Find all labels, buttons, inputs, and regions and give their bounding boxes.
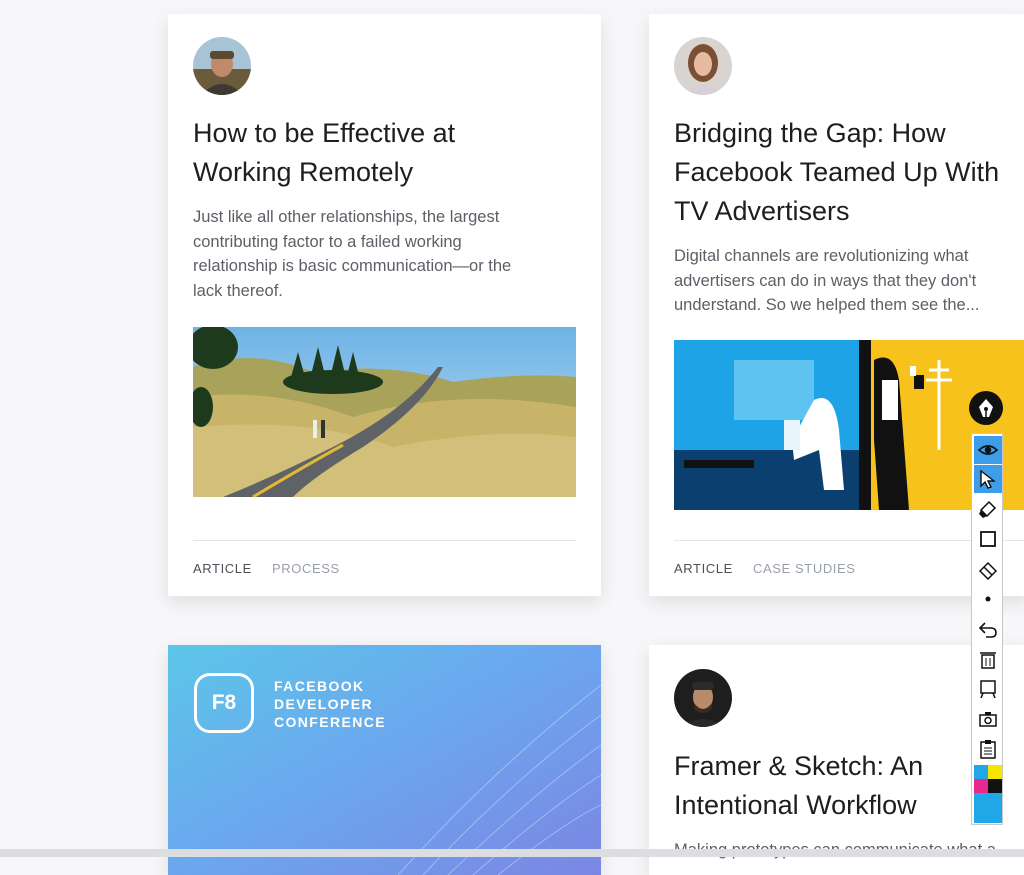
f8-line-2: DEVELOPER	[274, 696, 373, 712]
clipboard-icon[interactable]	[974, 735, 1002, 763]
article-card-tv-advertisers[interactable]: Bridging the Gap: How Facebook Teamed Up…	[649, 14, 1024, 596]
author-avatar[interactable]	[193, 37, 251, 95]
trash-icon[interactable]	[974, 645, 1002, 673]
f8-line-3: CONFERENCE	[274, 714, 387, 730]
tag-case-studies[interactable]: CASE STUDIES	[753, 561, 856, 576]
rectangle-icon[interactable]	[974, 525, 1002, 553]
card-excerpt: Digital channels are revolutionizing wha…	[674, 247, 980, 314]
tag-article[interactable]: ARTICLE	[674, 561, 733, 576]
author-avatar[interactable]	[674, 37, 732, 95]
eraser-icon[interactable]	[974, 555, 1002, 583]
card-divider	[193, 540, 576, 541]
undo-icon[interactable]	[974, 615, 1002, 643]
card-title[interactable]: Framer & Sketch: An Intentional Workflow	[674, 747, 1014, 825]
dot-icon[interactable]	[974, 585, 1002, 613]
whiteboard-icon[interactable]	[974, 675, 1002, 703]
camera-icon[interactable]	[974, 705, 1002, 733]
pen-tool-button[interactable]	[969, 391, 1003, 425]
road-landscape-image[interactable]	[193, 327, 576, 497]
bottom-scroll-edge	[0, 849, 1024, 857]
f8-conference-card[interactable]: F8 FACEBOOK DEVELOPER CONFERENCE	[168, 645, 601, 875]
tag-article[interactable]: ARTICLE	[193, 561, 252, 576]
color-palette-icon[interactable]	[974, 765, 1002, 823]
article-card-framer-sketch[interactable]: Framer & Sketch: An Intentional Workflow…	[649, 645, 1024, 875]
annotation-toolbar	[971, 433, 1003, 825]
f8-logo: F8	[194, 673, 254, 733]
f8-line-1: FACEBOOK	[274, 678, 365, 694]
pointer-icon[interactable]	[974, 465, 1002, 493]
highlighter-icon[interactable]	[974, 495, 1002, 523]
author-avatar[interactable]	[674, 669, 732, 727]
eye-icon[interactable]	[974, 436, 1002, 464]
card-title[interactable]: How to be Effective at Working Remotely	[193, 114, 593, 192]
card-title[interactable]: Bridging the Gap: How Facebook Teamed Up…	[674, 114, 1024, 231]
card-excerpt: Just like all other relationships, the l…	[193, 208, 512, 300]
tag-process[interactable]: PROCESS	[272, 561, 340, 576]
article-card-remote-work[interactable]: How to be Effective at Working Remotely J…	[168, 14, 601, 596]
